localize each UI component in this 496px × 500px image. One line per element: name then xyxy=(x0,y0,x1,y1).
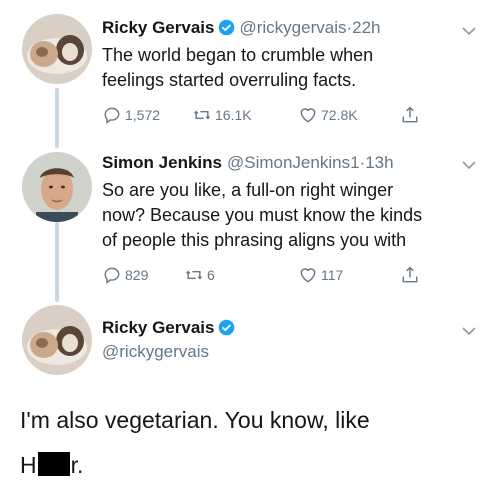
tweet-2-actions: 829 6 117 xyxy=(102,264,432,286)
tweet-1-text: The world began to crumble when feelings… xyxy=(102,43,472,93)
handle[interactable]: @SimonJenkins1 xyxy=(227,153,360,172)
avatar-image xyxy=(22,152,92,222)
reply-button[interactable]: 1,572 xyxy=(102,104,160,126)
display-name[interactable]: Simon Jenkins xyxy=(102,153,222,172)
avatar-simon[interactable] xyxy=(22,152,92,222)
thread-line xyxy=(55,88,59,148)
avatar-ricky[interactable] xyxy=(22,305,92,375)
heart-icon xyxy=(300,108,316,123)
tweet-2-text: So are you like, a full-on right winger … xyxy=(102,178,472,253)
heart-icon xyxy=(300,268,316,283)
thread-line xyxy=(55,222,59,302)
share-icon xyxy=(402,106,418,123)
handle[interactable]: @rickygervais xyxy=(239,18,346,37)
reply-icon xyxy=(104,267,120,284)
avatar-ricky[interactable] xyxy=(22,14,92,84)
like-button[interactable]: 117 xyxy=(298,264,343,286)
tweet-text-line: feelings started overruling facts. xyxy=(102,70,357,90)
retweet-button[interactable]: 6 xyxy=(184,264,215,286)
like-count: 117 xyxy=(321,267,344,283)
verified-badge-icon xyxy=(218,319,235,336)
chevron-down-icon[interactable] xyxy=(462,326,476,336)
tweet-3-handle-row: @rickygervais xyxy=(102,342,209,362)
avatar-image xyxy=(22,305,92,375)
chevron-down-icon[interactable] xyxy=(462,160,476,170)
verified-badge-icon xyxy=(218,19,235,36)
tweet-1-header: Ricky Gervais @rickygervais·22h xyxy=(102,18,381,38)
reply-button[interactable]: 829 xyxy=(102,264,148,286)
tweet-text-line: I'm also vegetarian. You know, like xyxy=(20,407,370,433)
share-button[interactable] xyxy=(400,104,420,126)
retweet-button[interactable]: 16.1K xyxy=(192,104,252,126)
reply-count: 1,572 xyxy=(125,107,161,123)
like-count: 72.8K xyxy=(321,107,358,123)
censor-bar xyxy=(37,452,70,476)
handle[interactable]: @rickygervais xyxy=(102,342,209,361)
tweet-text-fragment: r. xyxy=(70,452,84,478)
retweet-icon xyxy=(193,110,211,120)
avatar-image xyxy=(22,14,92,84)
retweet-count: 16.1K xyxy=(215,107,252,123)
retweet-icon xyxy=(185,270,203,280)
tweet-3-header: Ricky Gervais xyxy=(102,318,239,338)
tweet-3-text-line2: Hr. xyxy=(20,452,83,479)
tweet-1-actions: 1,572 16.1K 72.8K xyxy=(102,104,432,126)
like-button[interactable]: 72.8K xyxy=(298,104,358,126)
reply-icon xyxy=(104,107,120,124)
display-name[interactable]: Ricky Gervais xyxy=(102,18,214,37)
tweet-text-line: So are you like, a full-on right winger xyxy=(102,180,394,200)
tweet-text-line: of people this phrasing aligns you with xyxy=(102,230,407,250)
timestamp[interactable]: 22h xyxy=(352,18,380,37)
chevron-down-icon[interactable] xyxy=(462,26,476,36)
display-name[interactable]: Ricky Gervais xyxy=(102,318,214,337)
tweet-text-fragment: H xyxy=(20,452,37,478)
share-icon xyxy=(402,266,418,283)
timestamp[interactable]: 13h xyxy=(365,153,393,172)
retweet-count: 6 xyxy=(207,267,215,283)
tweet-2-header: Simon Jenkins @SimonJenkins1·13h xyxy=(102,153,394,173)
reply-count: 829 xyxy=(125,267,149,283)
share-button[interactable] xyxy=(400,264,420,286)
tweet-text-line: The world began to crumble when xyxy=(102,45,374,65)
tweet-3-text: I'm also vegetarian. You know, like xyxy=(20,407,370,434)
tweet-text-line: now? Because you must know the kinds xyxy=(102,205,423,225)
